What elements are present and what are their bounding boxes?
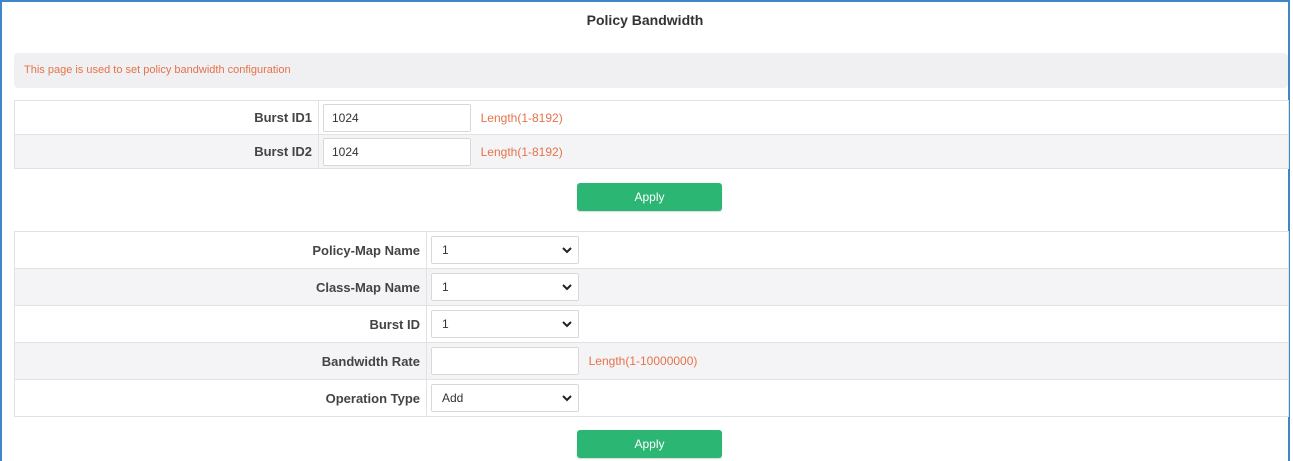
burst-id-selected: 1 xyxy=(442,317,449,331)
operation-type-row: Operation Type Add xyxy=(14,379,1289,417)
burst-id1-hint: Length(1-8192) xyxy=(480,110,563,125)
burst-apply-button[interactable]: Apply xyxy=(577,183,722,211)
operation-type-label: Operation Type xyxy=(14,379,427,417)
info-bar: This page is used to set policy bandwidt… xyxy=(14,53,1288,88)
chevron-down-icon xyxy=(562,395,572,402)
operation-type-selected: Add xyxy=(442,391,464,405)
burst-id2-hint: Length(1-8192) xyxy=(480,144,563,159)
policy-map-select[interactable]: 1 xyxy=(431,236,579,264)
policy-form: Policy-Map Name 1 Class-Map Name 1 Burst… xyxy=(14,231,1289,417)
burst-id1-row: Burst ID1 Length(1-8192) xyxy=(14,100,1289,135)
policy-map-row: Policy-Map Name 1 xyxy=(14,231,1289,269)
class-map-select[interactable]: 1 xyxy=(431,273,579,301)
burst-id1-label: Burst ID1 xyxy=(14,100,319,135)
burst-id-select[interactable]: 1 xyxy=(431,310,579,338)
operation-type-select[interactable]: Add xyxy=(431,384,579,412)
page-title: Policy Bandwidth xyxy=(586,12,704,28)
bandwidth-rate-hint: Length(1-10000000) xyxy=(588,354,698,368)
burst-id-label: Burst ID xyxy=(14,305,427,343)
class-map-label: Class-Map Name xyxy=(14,268,427,306)
chevron-down-icon xyxy=(562,321,572,328)
burst-id-row: Burst ID 1 xyxy=(14,305,1289,343)
chevron-down-icon xyxy=(562,247,572,254)
page-description: This page is used to set policy bandwidt… xyxy=(24,64,291,76)
policy-map-selected: 1 xyxy=(442,243,449,257)
burst-id2-input[interactable] xyxy=(323,137,471,166)
class-map-row: Class-Map Name 1 xyxy=(14,268,1289,306)
chevron-down-icon xyxy=(562,284,572,291)
bandwidth-rate-row: Bandwidth Rate Length(1-10000000) xyxy=(14,342,1289,380)
burst-id2-row: Burst ID2 Length(1-8192) xyxy=(14,134,1289,169)
burst-id2-label: Burst ID2 xyxy=(14,134,319,169)
bandwidth-rate-input[interactable] xyxy=(431,347,579,375)
burst-form: Burst ID1 Length(1-8192) Burst ID2 Lengt… xyxy=(14,100,1289,169)
class-map-selected: 1 xyxy=(442,280,449,294)
bandwidth-rate-label: Bandwidth Rate xyxy=(14,342,427,380)
policy-map-label: Policy-Map Name xyxy=(14,231,427,269)
burst-id1-input[interactable] xyxy=(323,103,471,132)
main-panel: Policy Bandwidth This page is used to se… xyxy=(0,0,1290,461)
policy-apply-button[interactable]: Apply xyxy=(577,430,722,458)
